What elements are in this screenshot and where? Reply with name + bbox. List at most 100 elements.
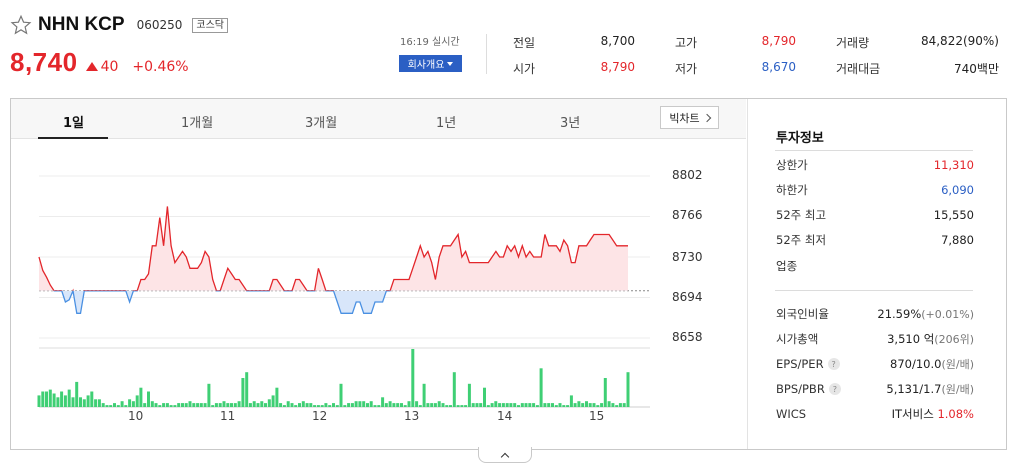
x-tick-label: 12 bbox=[312, 409, 328, 423]
volume-bar bbox=[569, 395, 573, 407]
info-industry: 업종 bbox=[776, 258, 974, 274]
collapse-button[interactable] bbox=[478, 447, 532, 463]
volume-bar bbox=[347, 403, 351, 407]
volume-bar bbox=[97, 399, 101, 407]
volume-bar bbox=[524, 403, 528, 407]
volume-bar bbox=[48, 389, 52, 407]
bps-unit: (원/배) bbox=[941, 383, 974, 396]
volume-bar bbox=[143, 403, 147, 407]
info-eps-per: EPS/PER? 870/10.0(원/배) bbox=[776, 356, 974, 372]
volume-bar bbox=[324, 403, 328, 407]
volume-bar bbox=[362, 401, 366, 407]
volume-bar bbox=[233, 403, 237, 407]
volume-bar bbox=[105, 405, 109, 407]
volume-bar bbox=[384, 403, 388, 407]
volume-bar bbox=[279, 403, 283, 407]
volume-bar bbox=[622, 403, 626, 407]
volume-bar bbox=[90, 391, 94, 407]
x-tick-label: 15 bbox=[589, 409, 605, 423]
volume-bar bbox=[426, 403, 430, 407]
volume-bar bbox=[369, 401, 373, 407]
y-tick-label: 8802 bbox=[672, 168, 703, 182]
volume-bar bbox=[479, 403, 483, 407]
volume-bar bbox=[460, 405, 464, 407]
volume-bar bbox=[60, 391, 64, 407]
volume-bar bbox=[332, 403, 335, 407]
volume-bar bbox=[169, 405, 173, 407]
volume-bar bbox=[275, 387, 279, 407]
panel-divider bbox=[747, 99, 748, 449]
low52-label: 52주 최저 bbox=[776, 233, 827, 247]
volume-bar bbox=[128, 399, 132, 407]
volume-bar bbox=[498, 403, 502, 407]
volume-bar bbox=[71, 397, 75, 407]
volume-bar bbox=[528, 403, 532, 407]
volume-bar bbox=[271, 395, 275, 407]
volume-bar bbox=[214, 403, 218, 407]
foreign-label: 외국인비율 bbox=[776, 307, 829, 321]
x-tick-label: 13 bbox=[404, 409, 420, 423]
volume-bar bbox=[56, 397, 60, 407]
help-icon[interactable]: ? bbox=[827, 358, 840, 370]
help-icon[interactable]: ? bbox=[828, 383, 841, 395]
volume-bar bbox=[350, 403, 354, 407]
y-tick-label: 8766 bbox=[672, 208, 703, 222]
volume-bar bbox=[313, 405, 317, 407]
volume-bar bbox=[41, 391, 45, 407]
volume-bar bbox=[547, 403, 551, 407]
x-tick-label: 11 bbox=[220, 409, 236, 423]
volume-bar bbox=[588, 403, 592, 407]
volume-bar bbox=[464, 405, 468, 407]
volume-bar bbox=[252, 401, 256, 407]
volume-bar bbox=[449, 405, 452, 407]
wics-value[interactable]: IT서비스 bbox=[892, 407, 934, 421]
volume-bar bbox=[203, 403, 207, 407]
volume-bar bbox=[75, 381, 79, 407]
chevron-up-icon bbox=[500, 452, 510, 461]
volume-bar bbox=[509, 403, 513, 407]
volume-bar bbox=[418, 405, 422, 407]
volume-bar bbox=[282, 405, 286, 407]
volume-bar bbox=[158, 405, 162, 407]
volume-bar bbox=[407, 401, 411, 407]
x-tick-label: 10 bbox=[128, 409, 144, 423]
info-52w-low: 52주 최저 7,880 bbox=[776, 232, 974, 248]
volume-bar bbox=[260, 401, 264, 407]
volume-bar bbox=[343, 405, 347, 407]
industry-label: 업종 bbox=[776, 259, 798, 273]
volume-bar bbox=[513, 403, 517, 407]
volume-bar bbox=[316, 405, 320, 407]
volume-bar bbox=[615, 405, 619, 407]
lower-limit-value: 6,090 bbox=[941, 183, 974, 197]
volume-bar bbox=[486, 405, 490, 407]
volume-bar bbox=[596, 405, 600, 407]
lower-limit-label: 하한가 bbox=[776, 183, 808, 197]
volume-bar bbox=[181, 403, 184, 407]
volume-bar bbox=[532, 403, 536, 407]
high52-value: 15,550 bbox=[933, 208, 974, 222]
info-separator bbox=[775, 150, 973, 151]
volume-bar bbox=[577, 401, 581, 407]
volume-bar bbox=[237, 401, 241, 407]
volume-bar bbox=[150, 401, 154, 407]
low52-value: 7,880 bbox=[941, 233, 974, 247]
volume-bar bbox=[373, 405, 377, 407]
info-52w-high: 52주 최고 15,550 bbox=[776, 207, 974, 223]
volume-bar bbox=[626, 372, 630, 407]
volume-bar bbox=[124, 405, 128, 407]
volume-bar bbox=[539, 368, 543, 407]
volume-bar bbox=[230, 403, 233, 407]
volume-bar bbox=[256, 403, 260, 407]
volume-bar bbox=[184, 403, 188, 407]
info-wics: WICS IT서비스 1.08% bbox=[776, 406, 974, 422]
marketcap-unit: 억 bbox=[923, 332, 935, 346]
volume-bar bbox=[505, 403, 509, 407]
info-upper-limit: 상한가 11,310 bbox=[776, 157, 974, 173]
volume-bar bbox=[396, 403, 400, 407]
volume-bar bbox=[199, 403, 203, 407]
volume-bar bbox=[188, 401, 192, 407]
foreign-value: 21.59% bbox=[877, 307, 922, 321]
volume-bar bbox=[358, 401, 362, 407]
eps-unit: (원/배) bbox=[941, 358, 974, 371]
y-tick-label: 8694 bbox=[672, 290, 703, 304]
